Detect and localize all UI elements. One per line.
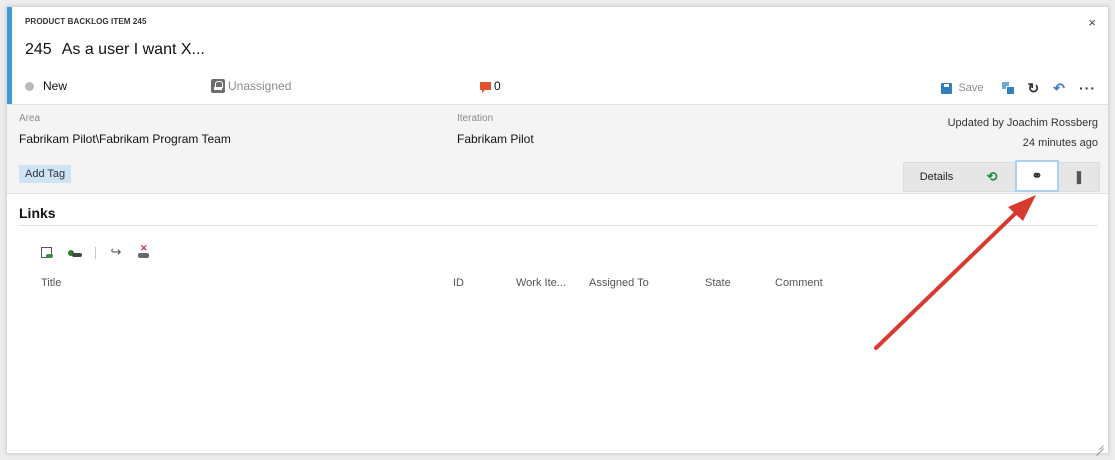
accent-bar <box>7 7 12 105</box>
history-icon[interactable]: ⟲ <box>969 163 1015 191</box>
more-actions-icon[interactable]: ··· <box>1079 79 1096 97</box>
assigned-to-field[interactable]: Unassigned <box>211 79 291 93</box>
state-field[interactable]: New <box>25 79 67 93</box>
tab-strip: Details ⟲ ⚭ ❚ <box>903 160 1100 192</box>
links-section-title: Links <box>19 205 56 221</box>
save-label: Save <box>958 82 984 94</box>
column-title[interactable]: Title <box>41 277 61 289</box>
work-item-toolbar: Save ↻ ↶ ··· <box>941 79 1096 97</box>
comment-icon <box>480 82 491 93</box>
delete-link-icon[interactable] <box>136 243 152 261</box>
work-item-title-text: As a user I want X... <box>61 41 205 58</box>
area-label: Area <box>19 113 41 124</box>
column-id[interactable]: ID <box>453 277 464 289</box>
add-tag-button[interactable]: Add Tag <box>19 165 72 183</box>
resize-grip[interactable] <box>1094 439 1104 449</box>
new-linked-item-icon[interactable] <box>39 245 55 261</box>
undo-icon[interactable]: ↶ <box>1053 79 1065 97</box>
work-item-id: 245 <box>25 41 52 58</box>
fields-panel: Area Fabrikam Pilot\Fabrikam Program Tea… <box>7 104 1108 194</box>
state-dot-icon <box>25 81 34 91</box>
close-button[interactable]: × <box>1088 15 1096 30</box>
column-assigned-to[interactable]: Assigned To <box>589 277 649 289</box>
links-grid-header: Title ID Work Ite... Assigned To State C… <box>7 277 1108 293</box>
open-link-icon[interactable]: ↪ <box>108 245 124 261</box>
links-tab-icon[interactable]: ⚭ <box>1015 160 1059 192</box>
toolbar-separator <box>95 247 96 259</box>
column-work-item-type[interactable]: Work Ite... <box>516 277 566 289</box>
iteration-value[interactable]: Fabrikam Pilot <box>457 132 534 146</box>
iteration-label: Iteration <box>457 113 494 124</box>
refresh-icon[interactable]: ↻ <box>1028 79 1040 97</box>
state-label: New <box>43 79 68 93</box>
links-toolbar: ↪ <box>39 243 164 261</box>
column-state[interactable]: State <box>705 277 731 289</box>
updated-time: 24 minutes ago <box>1022 137 1098 149</box>
work-item-title[interactable]: 245 As a user I want X... <box>25 41 205 59</box>
person-icon <box>211 79 225 93</box>
tab-details[interactable]: Details <box>904 163 969 191</box>
link-existing-item-icon[interactable] <box>67 245 83 261</box>
comment-count: 0 <box>494 79 501 93</box>
column-comment[interactable]: Comment <box>775 277 823 289</box>
discussion-count[interactable]: 0 <box>480 79 501 93</box>
work-item-type-label: PRODUCT BACKLOG ITEM 245 <box>25 17 147 26</box>
area-value[interactable]: Fabrikam Pilot\Fabrikam Program Team <box>19 132 231 146</box>
attachment-icon[interactable]: ❚ <box>1059 163 1099 191</box>
save-button[interactable]: Save <box>941 82 984 94</box>
updated-by: Updated by Joachim Rossberg <box>947 117 1098 129</box>
save-icon <box>941 82 953 94</box>
work-item-dialog: PRODUCT BACKLOG ITEM 245 × 245 As a user … <box>6 6 1109 454</box>
copy-icon[interactable] <box>1001 82 1015 95</box>
updated-info: Updated by Joachim Rossberg 24 minutes a… <box>948 113 1098 153</box>
links-divider <box>19 225 1098 226</box>
assigned-to-label: Unassigned <box>228 79 292 93</box>
status-row: New Unassigned 0 Save ↻ ↶ ··· <box>25 79 1096 97</box>
